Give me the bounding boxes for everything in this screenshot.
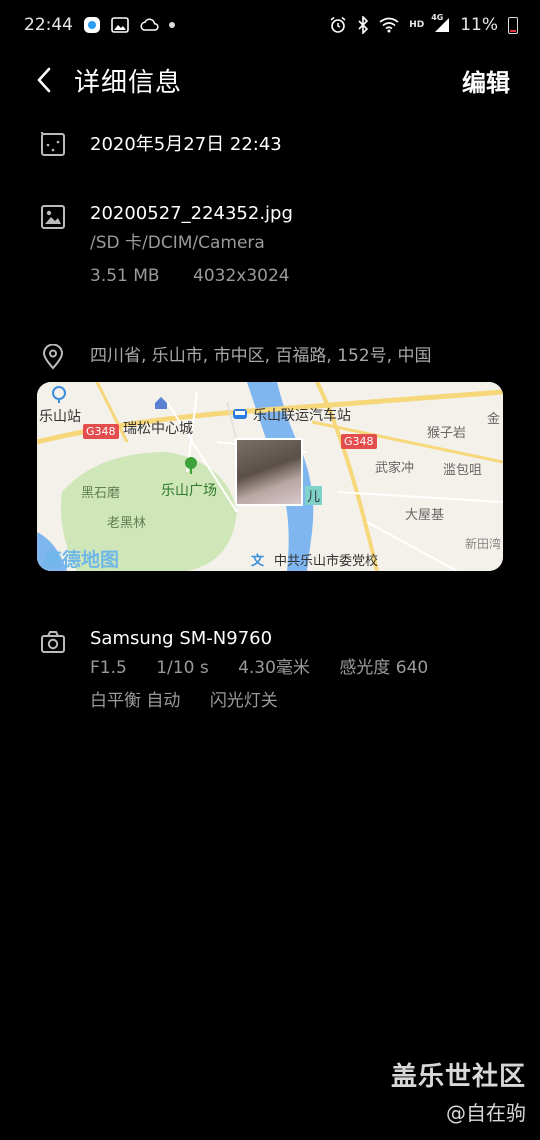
status-left: 22:44 — [24, 15, 175, 35]
edit-button[interactable]: 编辑 — [462, 63, 510, 98]
date-time-text: 2020年5月27日 22:43 — [90, 134, 282, 155]
file-size: 3.51 MB — [90, 266, 160, 286]
map-label-zhanbao: 滥包咀 — [443, 463, 483, 478]
chevron-left-icon — [37, 67, 51, 93]
page-title: 详细信息 — [74, 67, 183, 98]
alarm-icon — [329, 16, 347, 34]
flash-value: 闪光灯关 — [209, 691, 278, 711]
capture-settings: 白平衡 自动 闪光灯关 — [90, 685, 428, 718]
file-path: /SD 卡/DCIM/Camera — [90, 233, 265, 253]
signal-type-label: 4G — [431, 13, 444, 22]
white-balance-value: 白平衡 自动 — [90, 691, 181, 711]
focal-length-value: 4.30毫米 — [238, 658, 310, 678]
map-road-tag: 儿 — [305, 486, 323, 505]
signal-icon: 4G — [431, 13, 450, 33]
battery-percent: 11% — [460, 15, 498, 35]
park-tree-icon — [185, 457, 197, 474]
header-bar: 详细信息 编辑 — [0, 56, 540, 104]
map-label-laoheilin: 老黑林 — [107, 516, 147, 531]
status-bar: 22:44 HD 4G 11% — [0, 0, 540, 50]
road-badge-g348-left: G348 — [83, 424, 119, 439]
map-label-dawu: 大屋基 — [405, 508, 445, 523]
screen: 22:44 HD 4G 11% 详细信息 编辑 2020年5月27日 22:43… — [0, 0, 540, 1140]
bus-station-icon — [233, 409, 247, 419]
shutter-value: 1/10 s — [156, 658, 209, 678]
aperture-value: F1.5 — [90, 658, 127, 678]
camera-row: Samsung SM-N9760 F1.5 1/10 s 4.30毫米 感光度 … — [40, 628, 428, 718]
map-label-party-school: 中共乐山市委党校 — [274, 554, 379, 569]
hd-label: HD — [409, 20, 425, 30]
camera-model: Samsung SM-N9760 — [90, 628, 273, 649]
calendar-icon — [40, 131, 66, 156]
battery-icon — [508, 16, 518, 34]
watermark-author: @自在驹 — [446, 1101, 526, 1125]
back-button[interactable] — [36, 65, 66, 95]
image-file-icon — [41, 205, 65, 229]
more-notifications-dot-icon — [169, 22, 175, 28]
exposure-info: F1.5 1/10 s 4.30毫米 感光度 640 — [90, 652, 428, 685]
file-meta: 3.51 MB 4032x3024 — [90, 260, 293, 293]
location-map[interactable]: 乐山站 瑞松中心城 乐山联运汽车站 G348 G348 猴子岩 金 武家冲 滥包… — [37, 382, 503, 571]
map-label-wujia: 武家冲 — [375, 461, 415, 476]
watermark: 盖乐世社区 @自在驹 — [391, 1056, 526, 1126]
file-row: 20200527_224352.jpg /SD 卡/DCIM/Camera 3.… — [40, 203, 293, 293]
location-row: 四川省, 乐山市, 市中区, 百福路, 152号, 中国 — [40, 343, 432, 370]
road-badge-g348-right: G348 — [341, 434, 377, 449]
address-text: 四川省, 乐山市, 市中区, 百福路, 152号, 中国 — [90, 346, 432, 366]
railway-station-icon — [52, 386, 66, 403]
map-label-ruisong: 瑞松中心城 — [123, 421, 193, 437]
file-resolution: 4032x3024 — [193, 266, 290, 286]
iso-value: 感光度 640 — [339, 658, 429, 678]
map-label-xintian: 新田湾 — [465, 537, 502, 551]
map-label-houzi: 猴子岩 — [427, 426, 467, 441]
map-label-bus-station: 乐山联运汽车站 — [253, 408, 351, 424]
date-row: 2020年5月27日 22:43 — [40, 130, 282, 157]
map-label-plaza: 乐山广场 — [161, 483, 217, 499]
amap-logo: 高德地图 — [43, 549, 120, 571]
status-right: HD 4G 11% — [329, 13, 518, 35]
status-time: 22:44 — [24, 15, 73, 35]
weather-icon — [139, 17, 159, 33]
map-label-gold: 金 — [487, 412, 501, 427]
map-label-leshan-station: 乐山站 — [39, 409, 81, 425]
map-label-heishi: 黑石磨 — [81, 486, 121, 501]
location-pin-icon — [42, 344, 64, 370]
file-details: 20200527_224352.jpg /SD 卡/DCIM/Camera 3.… — [90, 203, 293, 293]
photo-thumbnail — [235, 438, 303, 506]
bluetooth-icon — [357, 16, 369, 34]
gallery-notification-icon — [111, 17, 129, 33]
watermark-community: 盖乐世社区 — [390, 1062, 526, 1092]
school-icon: 文 — [251, 554, 265, 569]
home-poi-icon — [155, 397, 167, 409]
photo-thumbnail-image — [237, 440, 301, 504]
camera-details: Samsung SM-N9760 F1.5 1/10 s 4.30毫米 感光度 … — [90, 628, 428, 718]
file-name: 20200527_224352.jpg — [90, 203, 293, 224]
wifi-icon — [379, 17, 399, 33]
camera-icon — [41, 631, 65, 653]
app-notification-icon — [83, 16, 101, 34]
